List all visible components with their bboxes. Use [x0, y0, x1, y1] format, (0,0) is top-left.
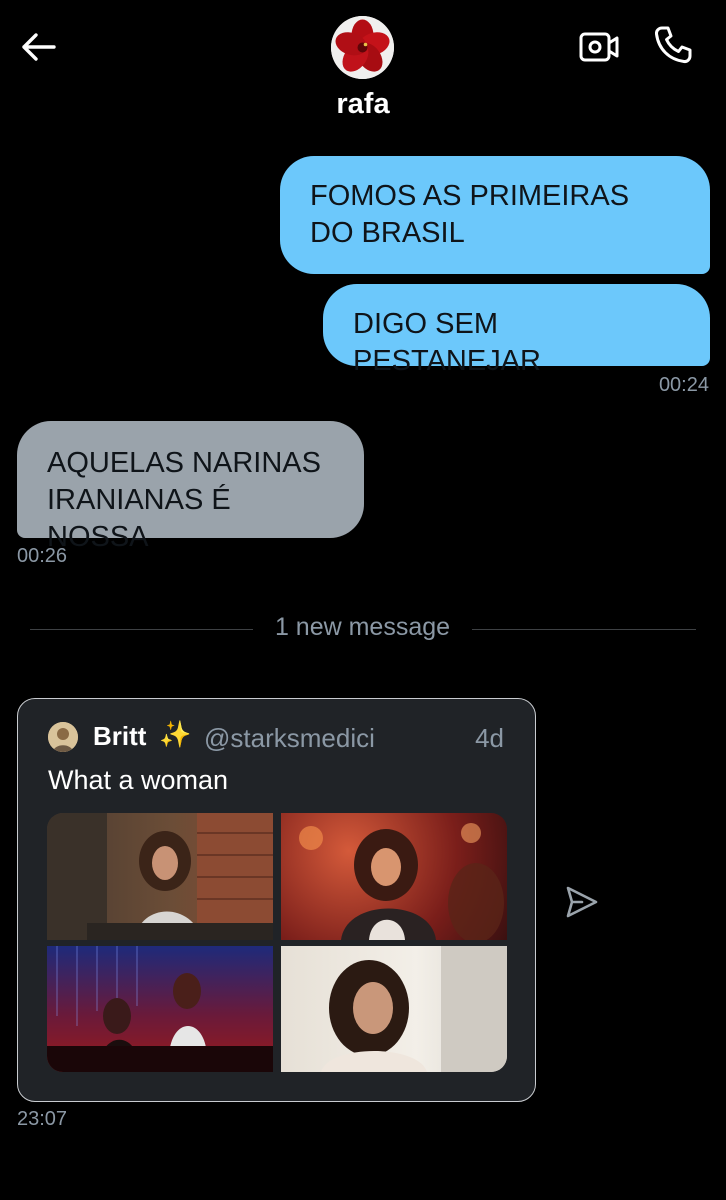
photo-woman-brick-wall [47, 813, 273, 940]
send-icon [566, 886, 598, 918]
tweet-author-name[interactable]: Britt [93, 721, 146, 752]
contact-name[interactable]: rafa [0, 88, 726, 121]
contact-avatar[interactable] [331, 16, 394, 79]
tweet-photo[interactable] [47, 946, 273, 1072]
divider-line [472, 629, 696, 630]
video-camera-icon [579, 32, 619, 62]
phone-icon [654, 26, 692, 64]
tweet-text: What a woman [48, 765, 229, 795]
tweet-media-grid [47, 813, 507, 1072]
tweet-photo[interactable] [47, 813, 273, 940]
message-timestamp: 00:24 [658, 374, 709, 396]
author-avatar-image [48, 722, 78, 752]
conversation-header: rafa [0, 0, 726, 140]
new-message-divider: 1 new message [274, 613, 451, 641]
photo-stage-performance [47, 946, 273, 1072]
outgoing-message[interactable]: DIGO SEM PESTANEJAR [323, 284, 710, 377]
voice-call-button[interactable] [652, 24, 694, 66]
share-button[interactable] [562, 883, 600, 921]
message-timestamp: 00:26 [17, 545, 68, 567]
tweet-age: 4d [475, 723, 504, 753]
shared-tweet-card[interactable]: Britt ✨ @starksmedici 4d What a woman [17, 698, 536, 1102]
divider-line [30, 629, 253, 630]
outgoing-message[interactable]: FOMOS AS PRIMEIRAS DO BRASIL [280, 156, 710, 274]
tweet-author-handle[interactable]: @starksmedici [204, 723, 375, 754]
message-timestamp: 23:07 [17, 1108, 68, 1130]
video-call-button[interactable] [578, 26, 620, 68]
sparkles-emoji: ✨ [159, 719, 192, 749]
tweet-photo[interactable] [281, 946, 507, 1072]
back-button[interactable] [18, 26, 60, 68]
tweet-author-avatar[interactable] [48, 722, 78, 752]
tweet-photo[interactable] [281, 813, 507, 940]
arrow-left-icon [22, 33, 56, 61]
photo-woman-red-bar [299, 823, 504, 940]
hibiscus-flower-avatar [331, 16, 394, 79]
photo-woman-portrait [321, 946, 507, 1072]
incoming-message[interactable]: AQUELAS NARINAS IRANIANAS É NOSSA [17, 421, 364, 553]
